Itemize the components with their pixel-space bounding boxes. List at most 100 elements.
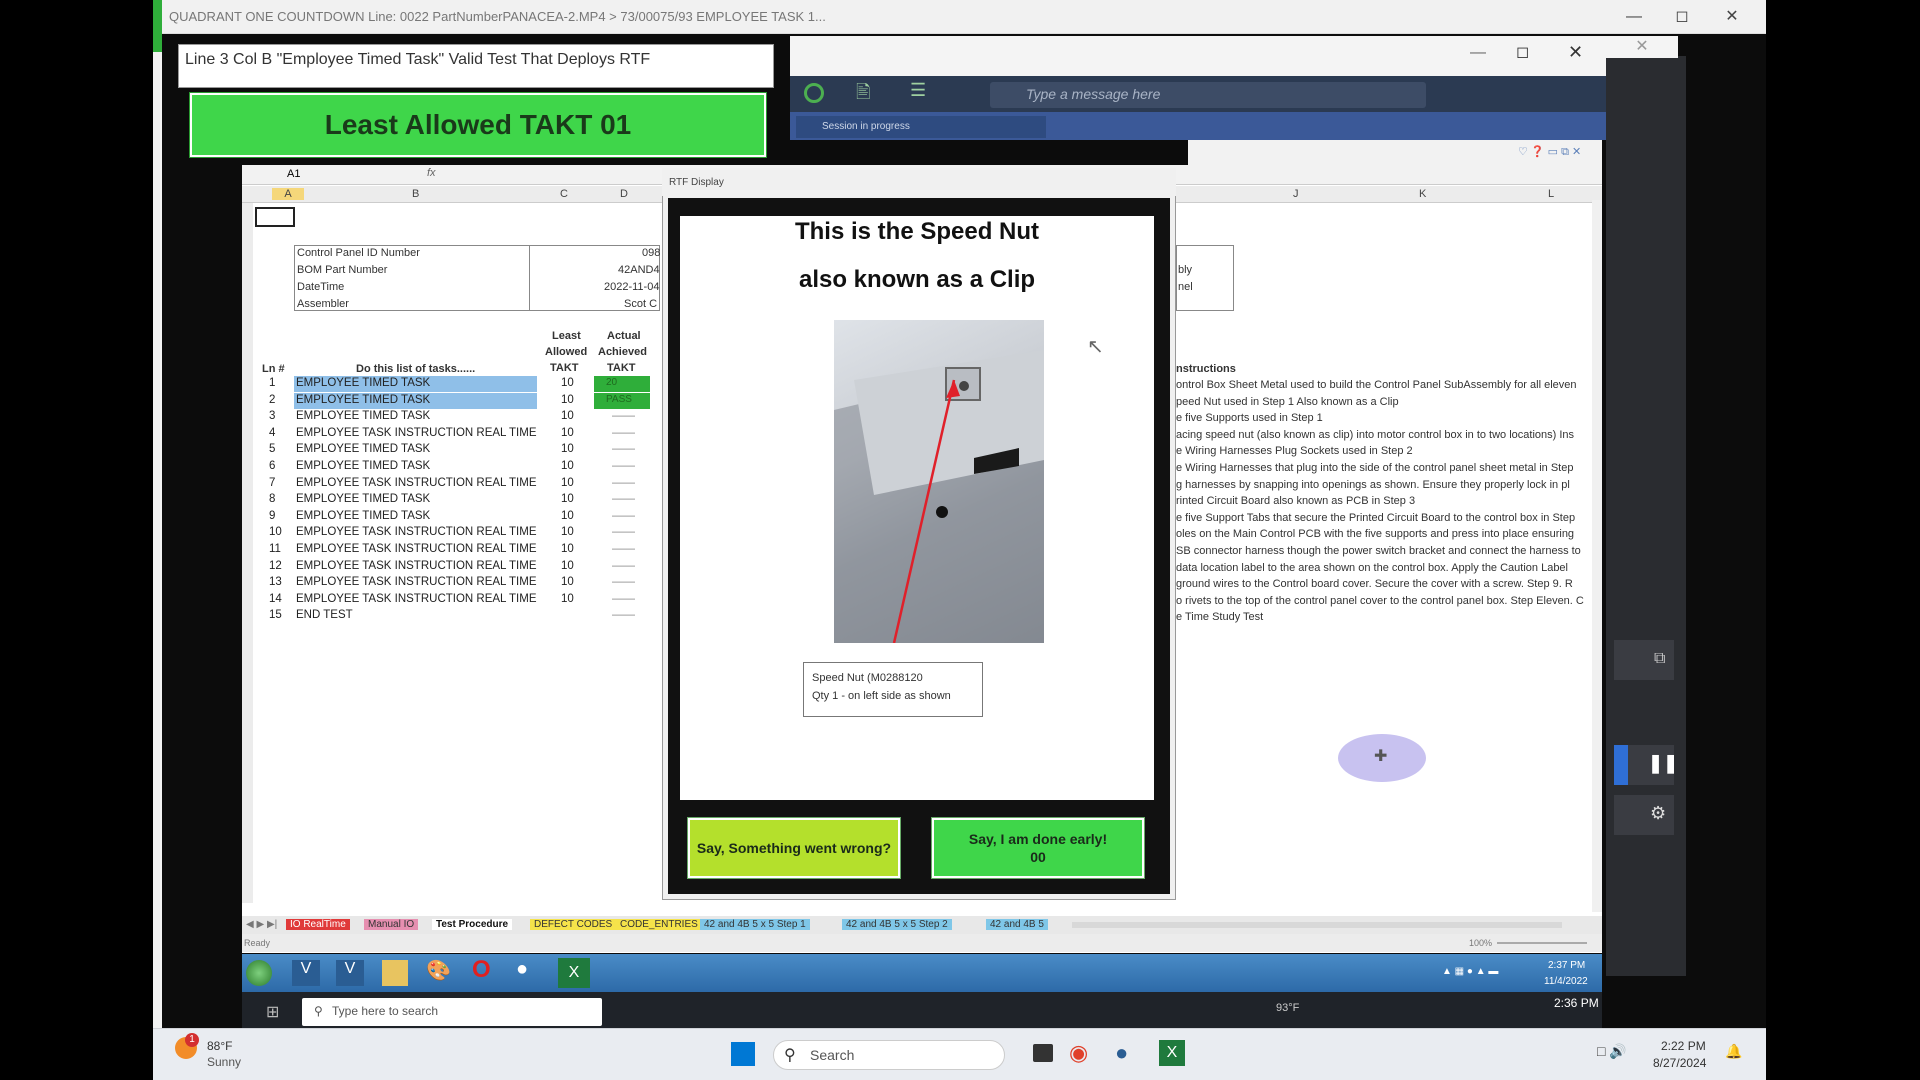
paint-icon[interactable]: 🎨 [426,958,451,983]
message-box: Line 3 Col B "Employee Timed Task" Valid… [178,44,774,88]
tab-step-2[interactable]: 42 and 4B 5 x 5 Step 2 [842,919,952,930]
windows-icon[interactable]: ⊞ [266,1002,279,1022]
teams-close-icon[interactable]: ✕ [1568,42,1583,63]
start-button[interactable] [731,1042,755,1066]
inner-taskbar-2: ⊞ ⚲ Type here to search 93°F 2:36 PM [242,992,1602,1028]
column-l[interactable]: L [1548,188,1554,200]
browser-icon[interactable]: ◉ [1069,1040,1088,1066]
side-close-icon[interactable]: ✕ [1606,36,1678,58]
teams-minimize-icon[interactable]: — [1470,44,1486,62]
instruction-line: data location label to the area shown on… [1176,561,1568,574]
maximize-button[interactable]: ◻ [1662,5,1702,29]
instruction-line: acing speed nut (also known as clip) int… [1176,428,1575,441]
taskbar-search[interactable]: ⚲ Search [773,1040,1005,1070]
column-j[interactable]: J [1293,188,1299,200]
start-orb-icon[interactable] [246,960,272,986]
popout-button[interactable]: ⧉ [1614,640,1674,680]
clock-date[interactable]: 8/27/2024 [1653,1056,1706,1070]
opera-icon[interactable]: O [472,956,491,984]
row-ln: 5 [269,443,276,456]
row-actual-takt: —— [612,526,635,539]
sheet-tabs-bar: ◀ ▶ ▶| IO RealTime Manual IO Test Proced… [242,916,1602,934]
row-actual-takt: —— [612,592,635,605]
notification-icon[interactable]: 🔔 [1725,1043,1742,1060]
visual-studio-2-icon[interactable]: V [336,960,364,986]
tab-manual-io[interactable]: Manual IO [364,919,419,930]
excel-taskbar-icon[interactable]: X [1159,1040,1185,1066]
tab-step-1[interactable]: 42 and 4B 5 x 5 Step 1 [700,919,810,930]
record-icon[interactable] [804,83,824,103]
search-icon: ⚲ [784,1047,796,1064]
selected-cell[interactable] [255,207,295,227]
tab-step-3[interactable]: 42 and 4B 5 [986,919,1048,930]
row-task: EMPLOYEE TIMED TASK [296,509,431,522]
row-actual-takt: —— [612,543,635,555]
something-went-wrong-button[interactable]: Say, Something went wrong? [687,817,901,879]
row-least-takt: 10 [561,460,574,472]
instruction-line: g harnesses by snapping into openings as… [1176,478,1570,491]
row-least-takt: 10 [561,576,574,589]
row-ln: 2 [269,393,276,406]
explorer-icon[interactable] [382,960,408,986]
rtf-dialog-title: RTF Display [662,168,1176,196]
pass-cell [594,376,650,392]
value-datetime: 2022-11-04 [604,281,660,293]
app-pinned-icon[interactable]: ● [1115,1040,1128,1066]
green-edge-marker [153,0,162,52]
part-caption: Speed Nut (M0288120 Qty 1 - on left side… [803,662,983,717]
pause-button[interactable]: ❚❚ [1614,745,1678,785]
column-c[interactable]: C [560,188,568,200]
row-task: EMPLOYEE TIMED TASK [296,393,431,406]
tab-defect-codes[interactable]: DEFECT CODES [530,919,617,930]
weather-desc: Sunny [207,1055,242,1069]
column-d[interactable]: D [620,188,628,200]
zoom-level[interactable]: 100% [1469,938,1492,948]
close-button[interactable]: ✕ [1712,5,1752,29]
row-ln: 13 [269,576,282,589]
visual-studio-icon[interactable]: V [292,960,320,986]
header-least-2: Allowed [545,346,588,358]
instruction-line: e five Support Tabs that secure the Prin… [1176,511,1576,524]
zoom-slider[interactable] [1497,942,1587,944]
column-a[interactable]: A [272,188,304,200]
row-actual-takt: —— [612,410,635,423]
share-icon[interactable]: 🖹 [856,80,870,110]
system-tray-icons[interactable]: □ 🔊 [1597,1043,1627,1060]
row-actual-takt: —— [612,426,635,439]
row-ln: 10 [269,526,282,539]
label-bom-part: BOM Part Number [297,264,388,276]
minimize-button[interactable]: — [1614,5,1654,29]
column-k[interactable]: K [1419,188,1426,200]
task-view-icon[interactable] [1033,1044,1053,1062]
teams-maximize-icon[interactable]: ◻ [1516,42,1529,62]
instruction-line: peed Nut used in Step 1 Also known as a … [1176,395,1399,408]
tab-io-realtime[interactable]: IO RealTime [286,919,350,930]
help-icon[interactable]: ♡ ❓ ▭ ⧉ ✕ [1518,145,1581,159]
controls-icon[interactable]: ☰ [910,80,926,101]
mouse-cursor-icon: ↖ [1087,336,1104,358]
tab-code-entries[interactable]: CODE_ENTRIES [616,919,702,930]
done-early-button[interactable]: Say, I am done early! 00 [931,817,1145,879]
column-b[interactable]: B [412,188,419,200]
tray-icons[interactable]: ▲ ▦ ● ▲ ▬ [1442,966,1498,977]
tab-nav-arrows[interactable]: ◀ ▶ ▶| [246,919,277,930]
excel-icon[interactable]: X [558,958,590,988]
fx-icon: fx [427,167,436,179]
vertical-scrollbar[interactable] [1592,200,1602,912]
horizontal-scrollbar[interactable] [1072,922,1562,928]
tab-test-procedure[interactable]: Test Procedure [432,919,513,930]
settings-button[interactable]: ⚙ [1614,795,1674,835]
crosshair-icon: ✚ [1374,748,1388,765]
takt-banner: Least Allowed TAKT 01 [189,92,767,158]
name-box[interactable]: A1 [287,168,300,180]
row-least-takt: 10 [561,526,574,539]
search-label: Search [810,1047,855,1063]
inner-search-placeholder[interactable]: Type here to search [332,1004,438,1018]
rtf-heading-1: This is the Speed Nut [794,218,1040,245]
row-actual-takt: —— [612,609,635,622]
app-icon[interactable]: ● [516,958,528,981]
header-least-3: TAKT [550,362,579,374]
message-input[interactable]: Type a message here [990,82,1426,108]
teams-window-titlebar: — ◻ ✕ [790,36,1606,76]
clock-time[interactable]: 2:22 PM [1661,1039,1706,1053]
